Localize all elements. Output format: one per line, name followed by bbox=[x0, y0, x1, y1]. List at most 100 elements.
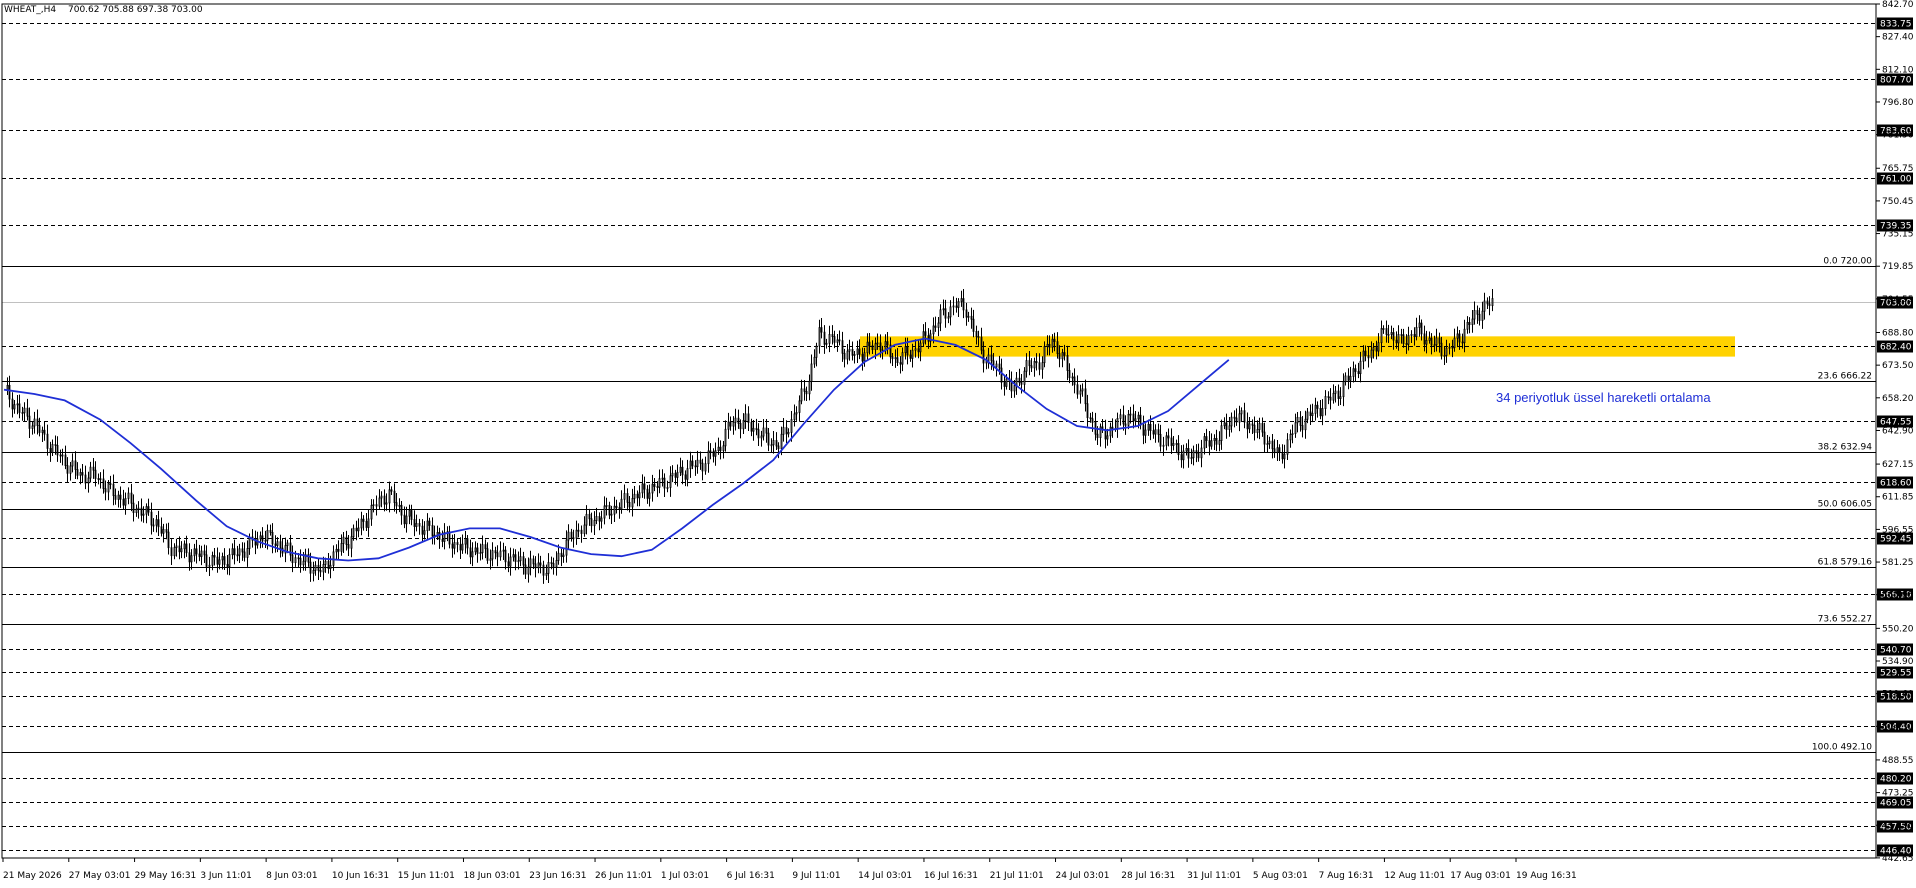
candle-body bbox=[1486, 300, 1489, 305]
candle-body bbox=[423, 530, 426, 535]
candle-body bbox=[593, 520, 596, 527]
candle-body bbox=[1364, 350, 1367, 356]
candle-body bbox=[1238, 413, 1241, 423]
candle-body bbox=[211, 555, 214, 566]
candle-body bbox=[1352, 368, 1355, 377]
candle-body bbox=[1435, 337, 1438, 346]
price-chart[interactable]: 833.75807.70783.60761.00739.35682.40647.… bbox=[0, 0, 1916, 888]
symbol-title: WHEAT_,H4 bbox=[4, 5, 56, 15]
candle-body bbox=[1410, 333, 1413, 336]
x-tick-label: 27 May 03:01 bbox=[69, 871, 131, 881]
candle-body bbox=[1316, 404, 1319, 409]
candle-body bbox=[911, 349, 914, 359]
x-tick-label: 6 Jul 16:31 bbox=[727, 871, 775, 881]
candle-body bbox=[861, 353, 864, 362]
candle-body bbox=[532, 558, 535, 565]
candle-body bbox=[537, 562, 540, 569]
candle-body bbox=[410, 510, 413, 520]
candle-body bbox=[1056, 341, 1059, 354]
candle-body bbox=[1296, 416, 1299, 424]
candle-body bbox=[221, 556, 224, 561]
candle-body bbox=[598, 516, 601, 522]
candle-body bbox=[965, 309, 968, 318]
candle-body bbox=[165, 529, 168, 533]
candle-body bbox=[459, 544, 462, 551]
candle-body bbox=[896, 357, 899, 363]
candle-body bbox=[1390, 332, 1393, 335]
candle-body bbox=[653, 483, 656, 487]
candle-body bbox=[603, 505, 606, 519]
x-tick-label: 10 Jun 16:31 bbox=[332, 871, 389, 881]
candle-body bbox=[777, 445, 780, 450]
candle-body bbox=[772, 440, 775, 446]
candle-body bbox=[620, 498, 623, 510]
candle-body bbox=[1397, 334, 1400, 344]
level-price-label: 540.70 bbox=[1880, 646, 1912, 656]
ema-annotation-label: 34 periyotluk üssel hareketli ortalama bbox=[1496, 390, 1711, 405]
candle-body bbox=[580, 529, 583, 534]
candle-body bbox=[1086, 403, 1089, 419]
candle-body bbox=[1182, 450, 1185, 461]
candle-body bbox=[846, 350, 849, 360]
candle-body bbox=[1337, 390, 1340, 399]
candle-body bbox=[1304, 418, 1307, 431]
candle-body bbox=[906, 346, 909, 356]
candle-body bbox=[995, 363, 998, 368]
candle-body bbox=[679, 466, 682, 473]
y-tick-label: 534.90 bbox=[1882, 657, 1914, 667]
candle-body bbox=[1453, 337, 1456, 349]
candle-body bbox=[1233, 416, 1236, 419]
candle-body bbox=[1342, 381, 1345, 398]
fib-label: 100.0 492.10 bbox=[1812, 743, 1872, 753]
candle-body bbox=[1124, 423, 1127, 426]
candle-body bbox=[213, 555, 216, 558]
candle-body bbox=[140, 507, 143, 516]
candle-body bbox=[1324, 396, 1327, 409]
candle-body bbox=[102, 478, 105, 490]
x-tick-label: 14 Jul 03:01 bbox=[858, 871, 912, 881]
candle-body bbox=[588, 513, 591, 520]
candle-body bbox=[135, 508, 138, 514]
candle-body bbox=[800, 388, 803, 402]
candle-body bbox=[418, 523, 421, 527]
candle-body bbox=[787, 431, 790, 435]
candle-body bbox=[1187, 448, 1190, 459]
candle-body bbox=[228, 554, 231, 567]
candle-body bbox=[1370, 349, 1373, 359]
candle-body bbox=[279, 541, 282, 549]
candle-body bbox=[1276, 447, 1279, 454]
candle-body bbox=[534, 563, 537, 569]
candle-body bbox=[828, 334, 831, 344]
candle-body bbox=[1294, 422, 1297, 434]
candle-body bbox=[876, 342, 879, 345]
candle-body bbox=[1468, 322, 1471, 326]
candle-body bbox=[259, 535, 262, 540]
candle-body bbox=[337, 548, 340, 552]
candle-body bbox=[1230, 416, 1233, 427]
candle-body bbox=[1046, 343, 1049, 347]
candle-body bbox=[1162, 444, 1165, 447]
candle-body bbox=[350, 536, 353, 549]
candle-body bbox=[1461, 341, 1464, 344]
candle-body bbox=[496, 552, 499, 558]
candle-body bbox=[1377, 342, 1380, 352]
candle-body bbox=[1451, 346, 1454, 349]
candle-body bbox=[1332, 392, 1335, 401]
candle-body bbox=[1261, 423, 1264, 433]
candle-body bbox=[669, 475, 672, 488]
candle-body bbox=[891, 356, 894, 360]
candle-body bbox=[329, 564, 332, 570]
candle-body bbox=[780, 433, 783, 450]
candle-body bbox=[714, 450, 717, 457]
candle-body bbox=[977, 336, 980, 338]
candle-body bbox=[1035, 361, 1038, 364]
candle-body bbox=[1076, 384, 1079, 395]
candle-body bbox=[851, 348, 854, 356]
y-tick-label: 750.45 bbox=[1882, 197, 1914, 207]
candle-body bbox=[539, 562, 542, 566]
candle-body bbox=[1334, 390, 1337, 394]
candle-body bbox=[1286, 439, 1289, 455]
candle-body bbox=[1091, 418, 1094, 423]
candle-body bbox=[1170, 437, 1173, 446]
candle-body bbox=[975, 331, 978, 337]
